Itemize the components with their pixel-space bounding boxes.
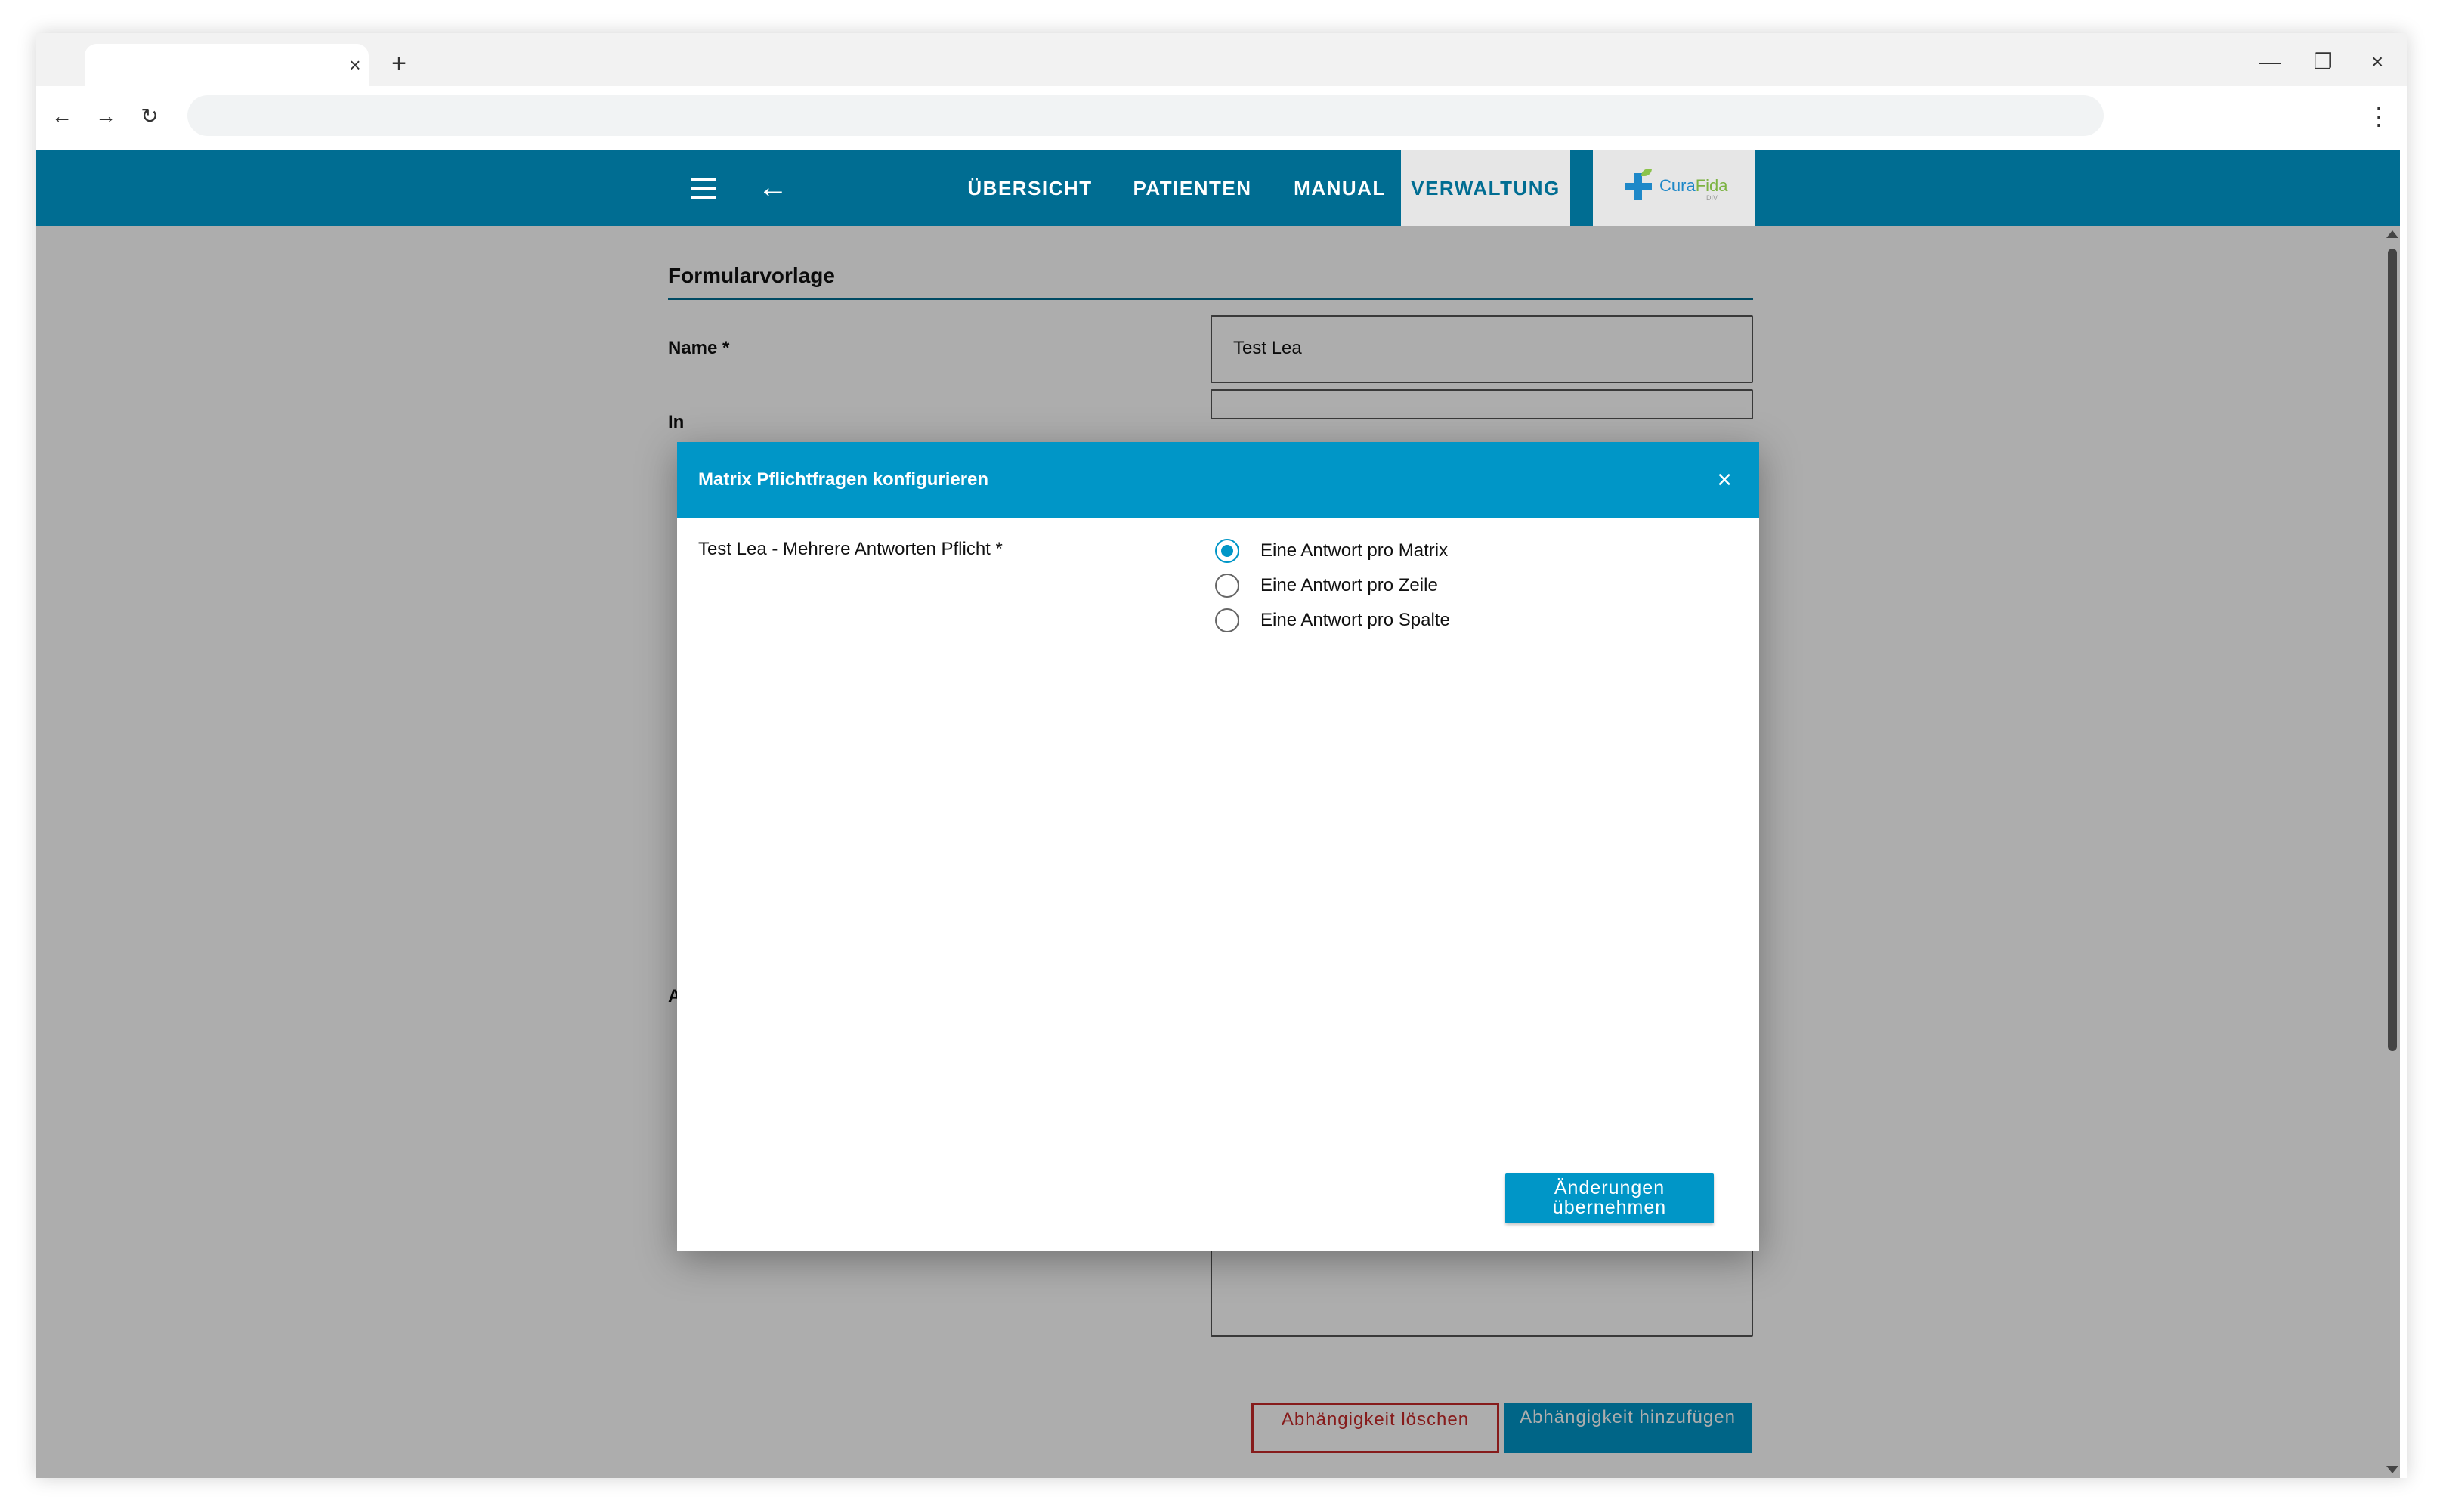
dialog-title: Matrix Pflichtfragen konfigurieren (698, 469, 989, 490)
radio-button[interactable] (1215, 608, 1239, 632)
option-label: Eine Antwort pro Zeile (1260, 575, 1438, 595)
screen: × + — ❐ × ← → ↻ ⋮ ← ÜBERSICHT PATIENTEN … (0, 0, 2443, 1512)
tab-bar: × + — ❐ × (36, 33, 2407, 86)
scroll-down-icon[interactable] (2386, 1466, 2398, 1473)
close-icon[interactable]: × (1709, 465, 1739, 495)
forward-icon[interactable]: → (91, 101, 121, 131)
hamburger-menu-icon[interactable] (688, 172, 721, 205)
browser-tab[interactable] (85, 44, 369, 86)
browser-window: × + — ❐ × ← → ↻ ⋮ ← ÜBERSICHT PATIENTEN … (36, 33, 2407, 1478)
window-close-icon[interactable]: × (2355, 47, 2400, 77)
app-viewport: ← ÜBERSICHT PATIENTEN MANUAL VERWALTUNG … (36, 150, 2400, 1478)
url-input[interactable] (187, 95, 2104, 136)
curafida-logo[interactable]: CuraFida DIV (1593, 150, 1755, 226)
nav-verwaltung[interactable]: VERWALTUNG (1401, 150, 1570, 226)
address-bar: ← → ↻ ⋮ (36, 86, 2407, 147)
matrix-required-dialog: Matrix Pflichtfragen konfigurieren × Tes… (677, 442, 1759, 1251)
logo-subtext: DIV (1706, 194, 1718, 202)
logo-cross-icon (1625, 169, 1652, 200)
option-label: Eine Antwort pro Matrix (1260, 540, 1449, 561)
radio-button[interactable] (1215, 539, 1239, 563)
option-label: Eine Antwort pro Spalte (1260, 610, 1450, 630)
question-label: Test Lea - Mehrere Antworten Pflicht * (698, 539, 1003, 559)
back-icon[interactable]: ← (47, 101, 77, 131)
radio-button[interactable] (1215, 574, 1239, 598)
tab-close-icon[interactable]: × (340, 50, 370, 80)
app-header: ← ÜBERSICHT PATIENTEN MANUAL VERWALTUNG … (36, 150, 2400, 226)
minimize-icon[interactable]: — (2247, 47, 2293, 77)
restore-icon[interactable]: ❐ (2300, 47, 2346, 77)
reload-icon[interactable]: ↻ (135, 101, 165, 131)
page-scrollbar[interactable] (2382, 226, 2400, 1478)
nav-patienten[interactable]: PATIENTEN (1117, 150, 1268, 226)
nav-manual[interactable]: MANUAL (1276, 150, 1404, 226)
new-tab-icon[interactable]: + (384, 48, 414, 79)
app-back-icon[interactable]: ← (754, 169, 792, 206)
nav-uebersicht[interactable]: ÜBERSICHT (951, 150, 1109, 226)
scroll-up-icon[interactable] (2386, 230, 2398, 238)
apply-changes-button[interactable]: Änderungen übernehmen (1505, 1173, 1714, 1223)
scroll-thumb[interactable] (2388, 249, 2397, 1051)
dialog-header: Matrix Pflichtfragen konfigurieren × (677, 442, 1759, 518)
logo-text: CuraFida (1659, 176, 1728, 195)
browser-menu-icon[interactable]: ⋮ (2364, 101, 2394, 131)
